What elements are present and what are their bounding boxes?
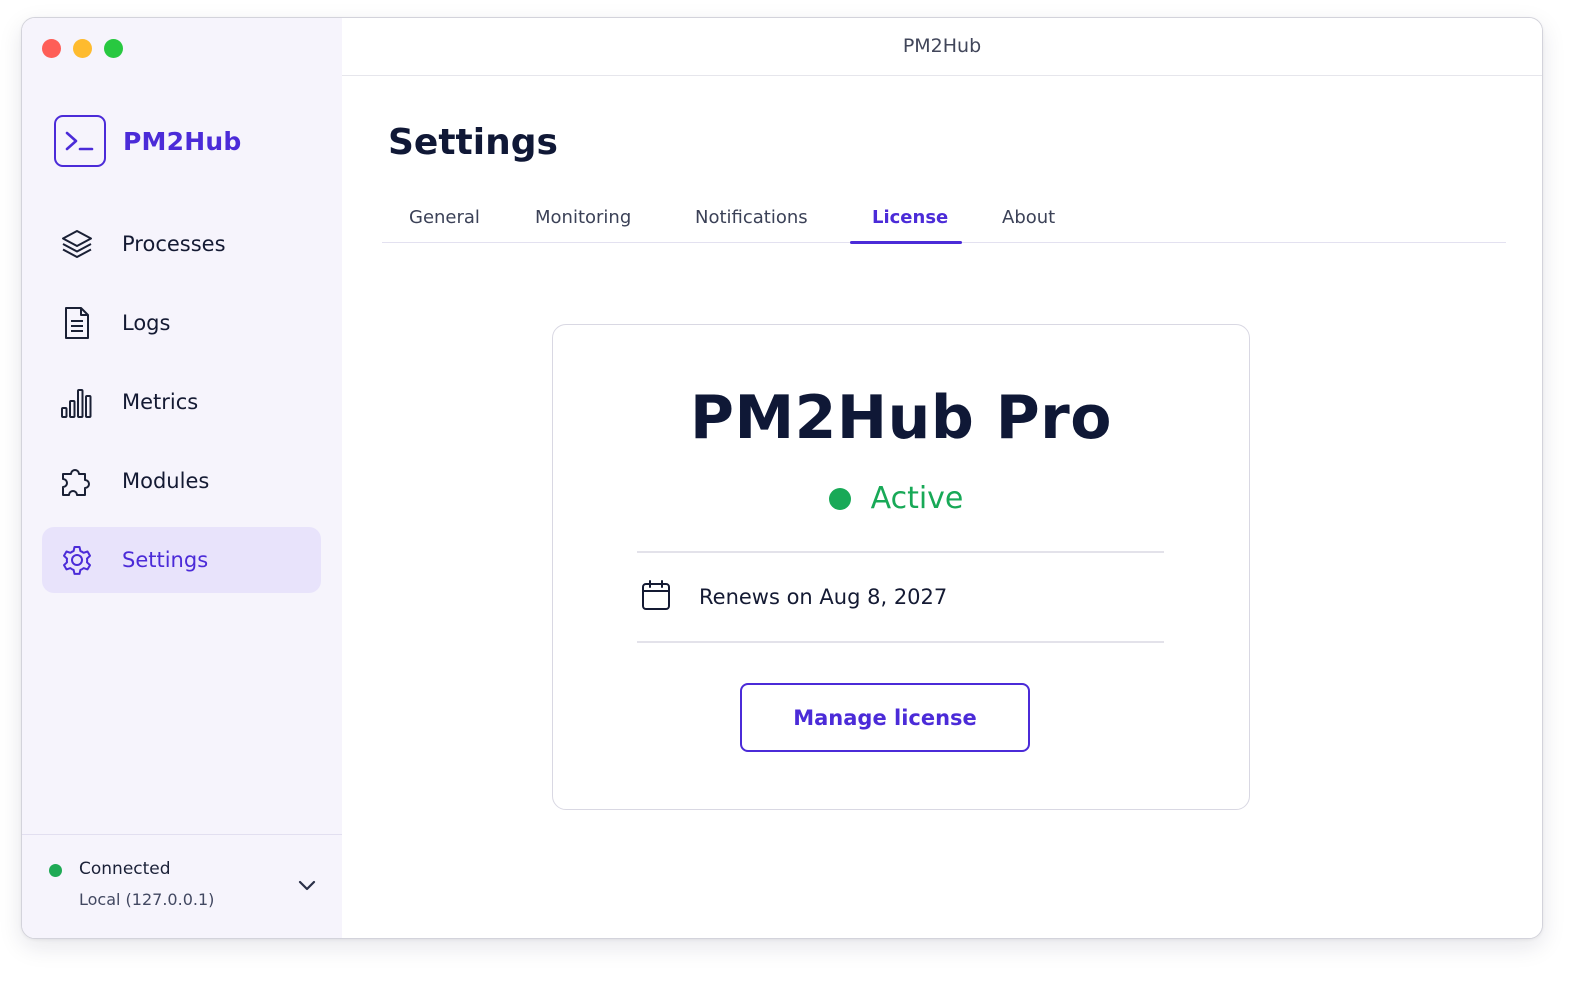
renewal-date: Renews on Aug 8, 2027 xyxy=(699,585,948,609)
sidebar-item-modules[interactable]: Modules xyxy=(42,448,321,514)
puzzle-icon xyxy=(60,464,94,498)
license-card: PM2Hub Pro Active Renews on Aug 8, 2027 xyxy=(552,324,1250,810)
window-title: PM2Hub xyxy=(902,35,982,57)
document-icon xyxy=(60,306,94,340)
bar-chart-icon xyxy=(60,385,94,419)
sidebar-item-label: Modules xyxy=(122,469,210,493)
connection-status-dot xyxy=(49,864,62,877)
terminal-icon xyxy=(54,115,106,167)
sidebar: PM2Hub Processes Logs Metrics Modules Se… xyxy=(22,18,342,938)
settings-tabs: General Monitoring Notifications License… xyxy=(382,200,1506,244)
sidebar-item-metrics[interactable]: Metrics xyxy=(42,369,321,435)
gear-icon xyxy=(60,543,94,577)
page-title: Settings xyxy=(388,122,558,163)
renewal-row: Renews on Aug 8, 2027 xyxy=(641,579,947,615)
minimize-window-button[interactable] xyxy=(73,39,92,58)
license-product-name: PM2Hub Pro xyxy=(690,383,1112,453)
sidebar-item-label: Logs xyxy=(122,311,171,335)
sidebar-item-label: Processes xyxy=(122,232,226,256)
zoom-window-button[interactable] xyxy=(104,39,123,58)
calendar-icon xyxy=(641,579,671,615)
sidebar-item-logs[interactable]: Logs xyxy=(42,290,321,356)
layers-icon xyxy=(60,227,94,261)
close-window-button[interactable] xyxy=(42,39,61,58)
status-badge: Active xyxy=(870,481,964,516)
chevron-down-icon[interactable] xyxy=(295,875,319,895)
manage-license-button[interactable]: Manage license xyxy=(740,683,1030,752)
connection-host: Local (127.0.0.1) xyxy=(79,890,215,909)
active-tab-indicator xyxy=(850,241,962,244)
settings-content: Settings General Monitoring Notification… xyxy=(342,76,1542,938)
sidebar-item-label: Settings xyxy=(122,548,209,572)
tab-about[interactable]: About xyxy=(1002,207,1055,243)
title-bar: PM2Hub xyxy=(342,18,1542,76)
window-controls xyxy=(42,39,123,58)
connection-panel[interactable]: Connected Local (127.0.0.1) xyxy=(22,834,342,938)
brand: PM2Hub xyxy=(54,115,241,167)
tab-monitoring[interactable]: Monitoring xyxy=(535,207,631,243)
divider xyxy=(637,551,1164,553)
brand-name: PM2Hub xyxy=(123,126,242,156)
connection-status: Connected xyxy=(79,859,171,879)
divider xyxy=(637,641,1164,643)
status-dot xyxy=(828,487,851,510)
tab-general[interactable]: General xyxy=(409,207,480,243)
sidebar-item-settings[interactable]: Settings xyxy=(42,527,321,593)
app-window: PM2Hub Processes Logs Metrics Modules Se… xyxy=(21,17,1543,939)
sidebar-item-label: Metrics xyxy=(122,390,199,414)
tab-notifications[interactable]: Notifications xyxy=(695,207,808,243)
tab-license[interactable]: License xyxy=(872,207,948,243)
sidebar-item-processes[interactable]: Processes xyxy=(42,211,321,277)
license-status: Active xyxy=(553,481,1249,516)
